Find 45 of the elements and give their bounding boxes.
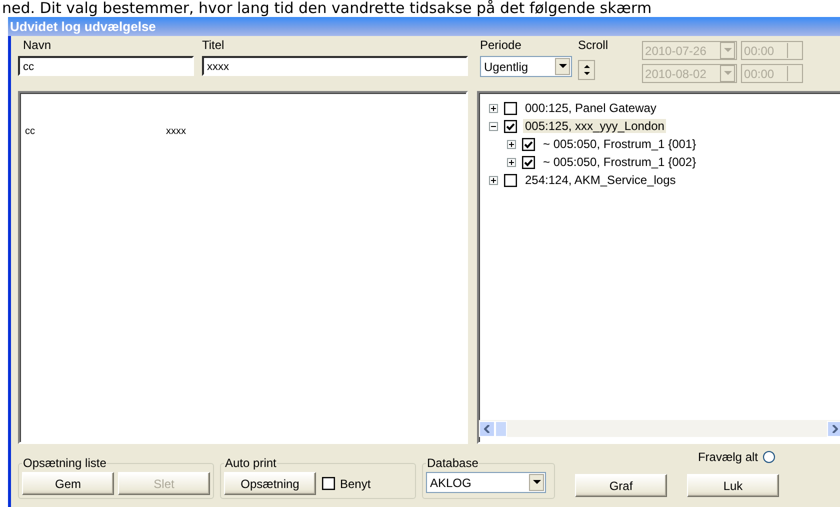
scroll-spinner[interactable]	[578, 60, 595, 80]
database-dropdown[interactable]: AKLOG	[426, 472, 546, 493]
expand-icon[interactable]	[507, 158, 516, 166]
tree-item[interactable]: ~ 005:050, Frostrum_1 {002}	[541, 155, 698, 169]
period-dropdown[interactable]: Ugentlig	[480, 56, 572, 77]
checkbox-label: Benyt	[340, 476, 372, 490]
checkbox[interactable]	[504, 120, 517, 132]
expand-icon[interactable]	[489, 104, 498, 112]
list-cell: xxxx	[166, 126, 186, 137]
field-label: Navn	[22, 38, 52, 52]
expand-icon[interactable]	[489, 176, 498, 184]
checkbox[interactable]	[504, 102, 517, 114]
checkbox[interactable]	[522, 156, 535, 168]
background-text: ned. Dit valg bestemmer, hvor lang tid den vandrette tidsakse på det følgende skærm	[2, 0, 652, 17]
horizontal-scrollbar[interactable]	[479, 420, 840, 437]
setup-button[interactable]: Opsætning	[224, 472, 316, 495]
checkbox[interactable]	[522, 138, 535, 150]
tree-item[interactable]: 254:124, AKM_Service_logs	[523, 173, 678, 187]
name-field[interactable]: cc	[18, 56, 194, 76]
save-button[interactable]: Gem	[22, 472, 114, 495]
dropdown-arrow-icon	[532, 480, 540, 485]
group-title: Auto print	[224, 456, 278, 470]
checkbox[interactable]	[322, 477, 335, 490]
window-title: Udvidet log udvælgelse	[10, 18, 156, 36]
field-label: Titel	[202, 38, 226, 52]
close-button[interactable]: Luk	[687, 474, 779, 497]
dropdown-arrow-icon	[724, 48, 732, 53]
tree-item[interactable]: ~ 005:050, Frostrum_1 {001}	[541, 137, 698, 151]
field-label: Scroll	[578, 38, 608, 52]
dropdown-arrow-icon	[558, 64, 566, 69]
field-label: Periode	[480, 38, 522, 52]
group-title: Database	[426, 456, 480, 470]
group-title: Opsætning liste	[22, 456, 108, 470]
radio-label: Fravælg alt	[698, 450, 758, 464]
scrollbar-thumb[interactable]	[495, 420, 507, 436]
tree-item[interactable]: 000:125, Panel Gateway	[523, 101, 658, 115]
checkbox[interactable]	[504, 174, 517, 186]
dropdown-arrow-icon	[724, 71, 732, 76]
graph-button[interactable]: Graf	[575, 474, 667, 497]
collapse-icon[interactable]	[489, 122, 498, 130]
list-cell-text: cc	[25, 126, 36, 137]
tree-item[interactable]: 005:125, xxx_yyy_London	[523, 119, 666, 133]
expand-icon[interactable]	[507, 140, 516, 148]
title-field[interactable]: xxxx	[202, 56, 468, 76]
radio-button[interactable]	[763, 451, 775, 463]
